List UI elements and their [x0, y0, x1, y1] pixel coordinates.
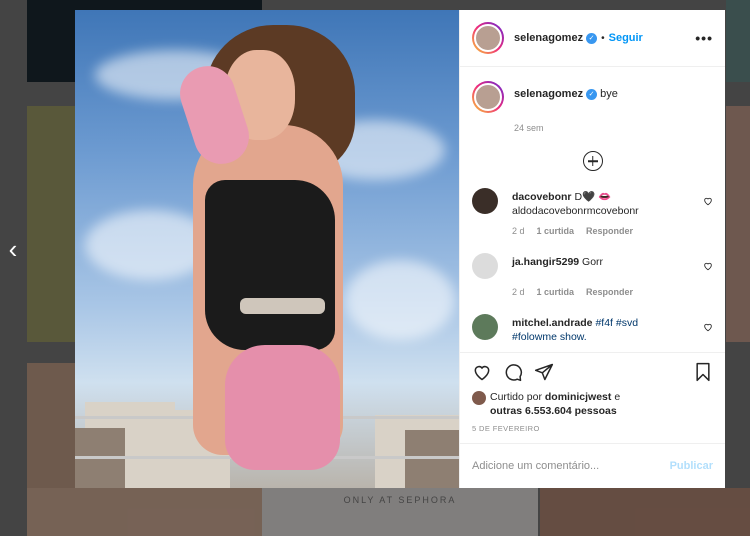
verified-badge-icon: ✓ — [586, 88, 598, 100]
comment-hashtags[interactable]: #f4f #svd — [595, 317, 638, 329]
comment-item: dacovebonr D🖤 👄 aldodacovebonrmcovebonr — [472, 188, 713, 218]
author-username[interactable]: selenagomez — [514, 32, 583, 44]
commenter-avatar[interactable] — [472, 188, 498, 214]
post-actions — [460, 352, 725, 390]
comment-age: 2 d — [512, 226, 525, 236]
comment-likes[interactable]: 1 curtida — [537, 287, 575, 297]
reply-button[interactable]: Responder — [586, 226, 633, 236]
comment-item: mitchel.andrade #f4f #svd #folowme show. — [472, 314, 713, 344]
comment-text-continued: aldodacovebonrmcovebonr — [512, 205, 639, 217]
caption-username[interactable]: selenagomez — [514, 88, 583, 100]
comments-section: selenagomez ✓ bye 24 sem dacovebonr D🖤 👄 … — [460, 67, 725, 352]
follow-button[interactable]: Seguir — [609, 32, 643, 44]
publish-button[interactable]: Publicar — [670, 460, 713, 472]
share-paper-plane-icon[interactable] — [534, 362, 554, 382]
comment-text-continued[interactable]: #folowme show. — [512, 331, 587, 343]
post-modal: selenagomez ✓ • Seguir ••• selenagomez ✓ … — [75, 10, 725, 488]
liked-by-user[interactable]: dominicjwest — [545, 391, 612, 403]
commenter-username[interactable]: mitchel.andrade — [512, 317, 593, 329]
add-comment-bar: Publicar — [460, 444, 725, 488]
comment-item: ja.hangir5299 Gorr — [472, 253, 713, 279]
like-heart-icon[interactable] — [472, 362, 492, 382]
comment-likes[interactable]: 1 curtida — [537, 226, 575, 236]
comment-bubble-icon[interactable] — [503, 362, 523, 382]
reply-button[interactable]: Responder — [586, 287, 633, 297]
like-comment-heart-icon[interactable] — [703, 261, 713, 271]
author-avatar[interactable] — [472, 22, 504, 54]
previous-post-arrow[interactable]: ‹ — [2, 236, 24, 264]
caption-author-avatar[interactable] — [472, 81, 504, 113]
comment-input[interactable] — [472, 460, 670, 472]
comment-text: Gorr — [582, 256, 604, 268]
comment-meta: 2 d 1 curtida Responder — [512, 287, 713, 297]
liked-by: Curtido por dominicjwest e outras 6.553.… — [460, 390, 725, 418]
separator-dot: • — [601, 32, 605, 44]
more-options-icon[interactable]: ••• — [695, 30, 713, 46]
post-header: selenagomez ✓ • Seguir ••• — [460, 10, 725, 67]
caption-text: bye — [600, 88, 618, 100]
liked-by-join: e — [614, 391, 621, 403]
save-bookmark-icon[interactable] — [693, 362, 713, 382]
liked-by-prefix: Curtido por — [490, 391, 542, 403]
comment-meta: 2 d 1 curtida Responder — [512, 226, 713, 236]
post-photo[interactable] — [75, 10, 459, 488]
liked-by-others[interactable]: outras 6.553.604 pessoas — [490, 405, 617, 417]
verified-badge-icon: ✓ — [586, 32, 598, 44]
commenter-username[interactable]: ja.hangir5299 — [512, 256, 579, 268]
background-banner-text: ONLY AT SEPHORA — [343, 495, 457, 505]
like-comment-heart-icon[interactable] — [703, 322, 713, 332]
load-more-comments-icon[interactable] — [582, 151, 603, 171]
caption-age: 24 sem — [514, 123, 544, 133]
commenter-avatar[interactable] — [472, 314, 498, 340]
comment-age: 2 d — [512, 287, 525, 297]
commenter-avatar[interactable] — [472, 253, 498, 279]
like-comment-heart-icon[interactable] — [703, 196, 713, 206]
caption: selenagomez ✓ bye — [472, 81, 713, 113]
comment-text: D🖤 👄 — [574, 191, 612, 203]
post-date[interactable]: 5 DE FEVEREIRO — [460, 418, 725, 444]
liker-avatar[interactable] — [472, 391, 486, 405]
commenter-username[interactable]: dacovebonr — [512, 191, 572, 203]
post-sidebar: selenagomez ✓ • Seguir ••• selenagomez ✓ … — [459, 10, 725, 488]
